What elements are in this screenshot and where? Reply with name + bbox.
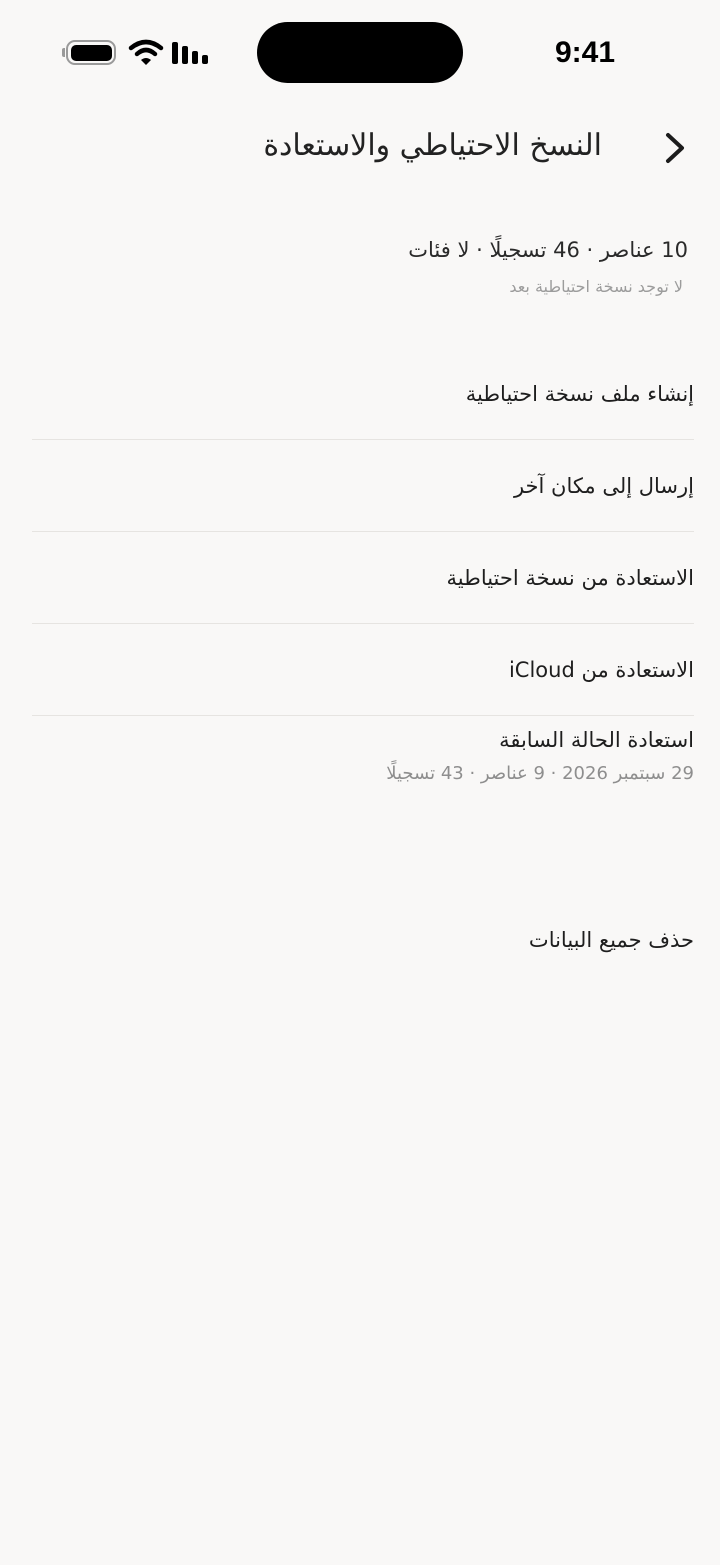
no-backup-note: لا توجد نسخة احتياطية بعد	[509, 277, 683, 296]
restore-previous-state-label: استعادة الحالة السابقة	[499, 728, 694, 752]
backup-actions-list: إنشاء ملف نسخة احتياطية إرسال إلى مكان آ…	[32, 348, 694, 820]
create-backup-file-button[interactable]: إنشاء ملف نسخة احتياطية	[32, 348, 694, 440]
back-button[interactable]	[650, 122, 700, 174]
cellular-signal-icon	[172, 42, 208, 64]
battery-icon	[62, 40, 116, 65]
restore-from-backup-button[interactable]: الاستعادة من نسخة احتياطية	[32, 532, 694, 624]
status-bar: 9:41	[0, 0, 720, 100]
previous-state-details: 29 سبتمبر 2026 · 9 عناصر · 43 تسجيلًا	[386, 763, 694, 784]
send-elsewhere-button[interactable]: إرسال إلى مكان آخر	[32, 440, 694, 532]
delete-all-data-button[interactable]: حذف جميع البيانات	[529, 920, 694, 960]
status-time: 9:41	[554, 36, 616, 69]
page-title: النسخ الاحتياطي والاستعادة	[263, 128, 602, 163]
wifi-icon	[128, 39, 164, 65]
restore-from-icloud-button[interactable]: الاستعادة من iCloud	[32, 624, 694, 716]
summary-stats: 10 عناصر · 46 تسجيلًا · لا فئات	[408, 238, 688, 262]
dynamic-island	[257, 22, 463, 83]
restore-previous-state-button[interactable]: استعادة الحالة السابقة 29 سبتمبر 2026 · …	[32, 716, 694, 820]
restore-from-backup-label: الاستعادة من نسخة احتياطية	[446, 565, 694, 590]
create-backup-file-label: إنشاء ملف نسخة احتياطية	[465, 381, 694, 406]
send-elsewhere-label: إرسال إلى مكان آخر	[513, 473, 694, 498]
chevron-icon	[666, 133, 684, 163]
backup-summary: 10 عناصر · 46 تسجيلًا · لا فئات لا توجد …	[48, 228, 688, 302]
restore-from-icloud-label: الاستعادة من iCloud	[508, 657, 694, 682]
